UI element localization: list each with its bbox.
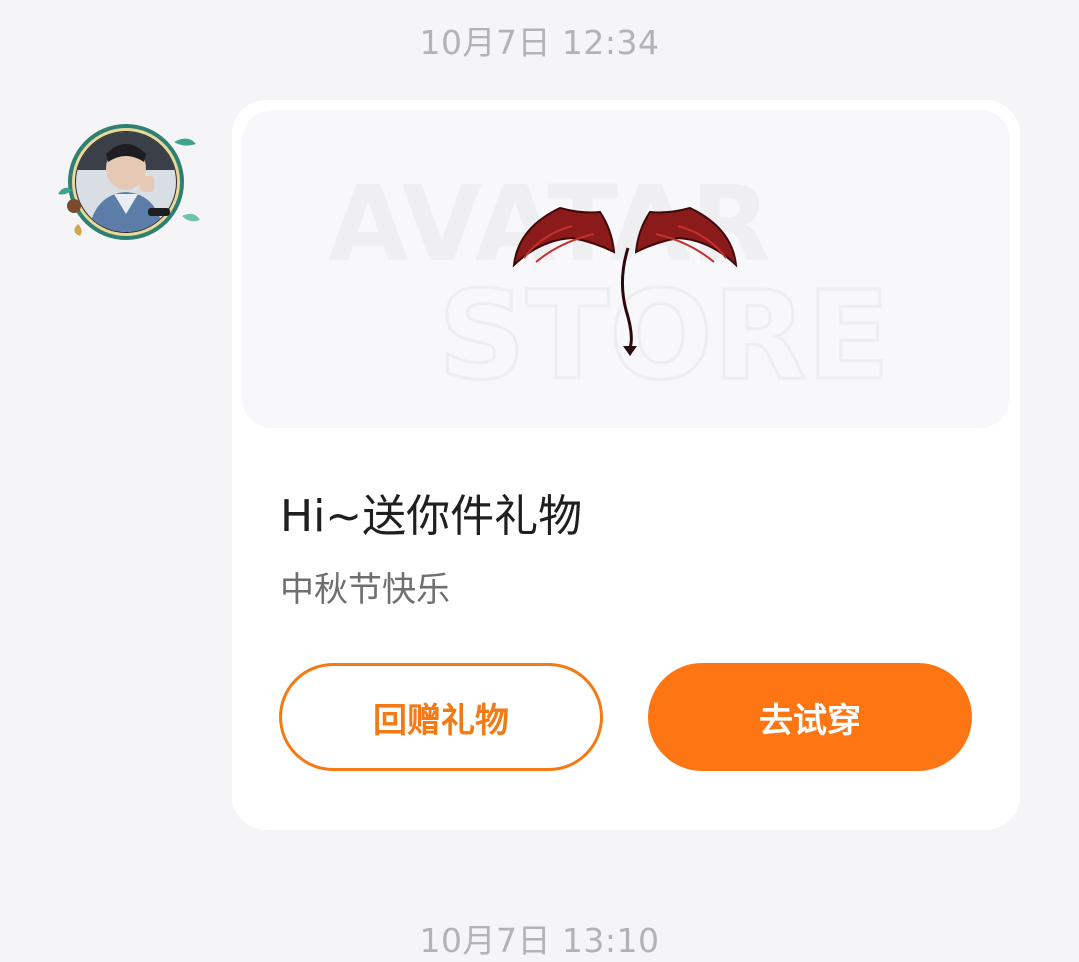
sender-avatar[interactable] [54,124,202,240]
gift-message: 中秋节快乐 [280,570,450,610]
avatar-frame-icon [58,124,200,240]
gift-title: Hi~送你件礼物 [280,491,583,542]
try-on-button[interactable]: 去试穿 [648,663,972,771]
return-gift-button[interactable]: 回赠礼物 [279,663,603,771]
gift-preview: AVATAR STORE [242,110,1010,428]
message-timestamp: 10月7日 12:34 [419,23,660,62]
gift-card[interactable]: AVATAR STORE Hi~送你件礼物 中秋节快乐 回赠礼物 去试穿 [232,100,1020,830]
watermark-store: STORE [438,265,890,407]
